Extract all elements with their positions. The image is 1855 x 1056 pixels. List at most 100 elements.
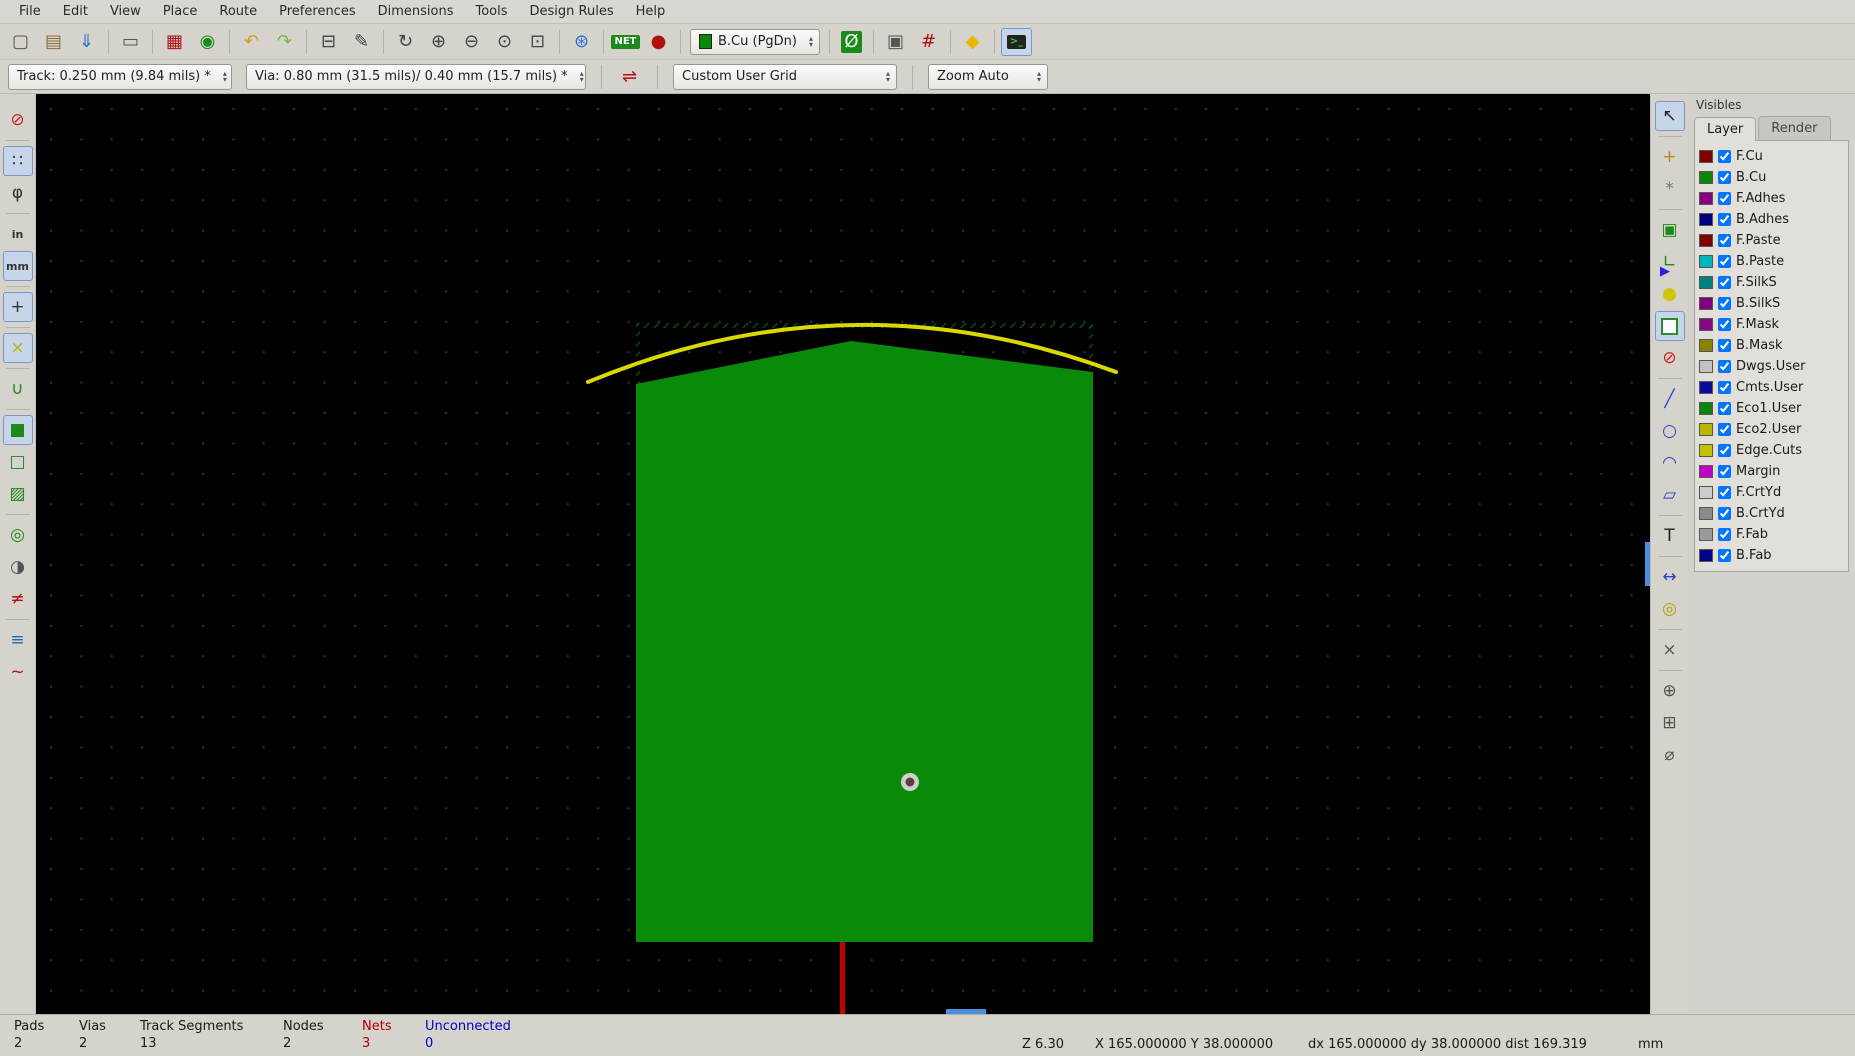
menu-item-design-rules[interactable]: Design Rules: [519, 2, 625, 21]
page-settings-button[interactable]: ▭: [115, 28, 146, 56]
add-polygon-tool-button[interactable]: ▱: [1655, 480, 1685, 510]
zoom-select[interactable]: Zoom Auto ▴▾: [928, 64, 1048, 90]
layer-color-swatch[interactable]: [1699, 171, 1713, 184]
layer-visibility-checkbox[interactable]: [1718, 465, 1731, 478]
menu-item-place[interactable]: Place: [152, 2, 209, 21]
layer-visibility-checkbox[interactable]: [1718, 339, 1731, 352]
layer-color-swatch[interactable]: [1699, 318, 1713, 331]
layer-row-b-adhes[interactable]: B.Adhes: [1699, 209, 1846, 230]
via-edit-button[interactable]: Ø: [836, 28, 867, 56]
select-tool-button[interactable]: ↖: [1655, 101, 1685, 131]
layer-row-f-crtyd[interactable]: F.CrtYd: [1699, 482, 1846, 503]
layer-visibility-checkbox[interactable]: [1718, 297, 1731, 310]
zoom-out-button[interactable]: ⊖: [456, 28, 487, 56]
print-button[interactable]: ⊟: [313, 28, 344, 56]
layer-visibility-checkbox[interactable]: [1718, 318, 1731, 331]
open-board-button[interactable]: ▤: [38, 28, 69, 56]
layer-color-swatch[interactable]: [1699, 549, 1713, 562]
layer-visibility-checkbox[interactable]: [1718, 486, 1731, 499]
layer-visibility-checkbox[interactable]: [1718, 423, 1731, 436]
microwave-toolbar-button[interactable]: ~: [3, 657, 33, 687]
zoom-fit-button[interactable]: ⊙: [489, 28, 520, 56]
layer-row-b-silks[interactable]: B.SilkS: [1699, 293, 1846, 314]
redo-button[interactable]: ↷: [269, 28, 300, 56]
undo-button[interactable]: ↶: [236, 28, 267, 56]
add-dimension-tool-button[interactable]: ↔: [1655, 562, 1685, 592]
tab-layer[interactable]: Layer: [1694, 117, 1756, 141]
layer-color-swatch[interactable]: [1699, 339, 1713, 352]
layer-row-margin[interactable]: Margin: [1699, 461, 1846, 482]
drill-origin-tool-button[interactable]: ⊕: [1655, 676, 1685, 706]
local-ratsnest-tool-button[interactable]: *: [1655, 174, 1685, 204]
grid-visibility-button[interactable]: ∷: [3, 146, 33, 176]
ratsnest-visibility-button[interactable]: ×: [3, 333, 33, 363]
menu-item-route[interactable]: Route: [208, 2, 268, 21]
drc-off-button[interactable]: ⊘: [3, 105, 33, 135]
python-console-button[interactable]: >_: [1001, 28, 1032, 56]
auto-delete-tracks-button[interactable]: ∪: [3, 374, 33, 404]
layer-row-f-paste[interactable]: F.Paste: [1699, 230, 1846, 251]
footprint-mode-button[interactable]: ▣: [880, 28, 911, 56]
layer-visibility-checkbox[interactable]: [1718, 213, 1731, 226]
layer-row-f-silks[interactable]: F.SilkS: [1699, 272, 1846, 293]
footprint-editor-button[interactable]: ▦: [159, 28, 190, 56]
vertical-scrollbar-thumb[interactable]: [1645, 542, 1650, 586]
add-via-tool-button[interactable]: ●: [1655, 279, 1685, 309]
layer-row-b-cu[interactable]: B.Cu: [1699, 167, 1846, 188]
layer-row-f-cu[interactable]: F.Cu: [1699, 146, 1846, 167]
layer-visibility-checkbox[interactable]: [1718, 549, 1731, 562]
layer-selector[interactable]: B.Cu (PgDn) ▴▾: [690, 29, 820, 55]
canvas-area[interactable]: [36, 94, 1650, 1014]
add-zone-tool-button[interactable]: ■: [1655, 311, 1685, 341]
autoroute-mode-button[interactable]: ◆: [957, 28, 988, 56]
polar-coords-button[interactable]: φ: [3, 178, 33, 208]
new-board-button[interactable]: ▢: [5, 28, 36, 56]
measure-tool-button[interactable]: ⌀: [1655, 740, 1685, 770]
layer-visibility-checkbox[interactable]: [1718, 381, 1731, 394]
vias-sketch-mode-button[interactable]: ◎: [3, 520, 33, 550]
layer-color-swatch[interactable]: [1699, 402, 1713, 415]
menu-item-file[interactable]: File: [8, 2, 52, 21]
layer-visibility-checkbox[interactable]: [1718, 402, 1731, 415]
units-inch-button[interactable]: in: [3, 219, 33, 249]
drc-button[interactable]: ●: [643, 28, 674, 56]
zoom-in-button[interactable]: ⊕: [423, 28, 454, 56]
layer-color-swatch[interactable]: [1699, 360, 1713, 373]
track-mode-button[interactable]: #: [913, 28, 944, 56]
add-circle-tool-button[interactable]: ○: [1655, 416, 1685, 446]
delete-tool-button[interactable]: ×: [1655, 635, 1685, 665]
footprint-browser-button[interactable]: ◉: [192, 28, 223, 56]
layer-row-cmts-user[interactable]: Cmts.User: [1699, 377, 1846, 398]
highlight-net-tool-button[interactable]: +: [1655, 142, 1685, 172]
menu-item-edit[interactable]: Edit: [52, 2, 99, 21]
track-width-select[interactable]: Track: 0.250 mm (9.84 mils) * ▴▾: [8, 64, 232, 90]
add-line-tool-button[interactable]: ╱: [1655, 384, 1685, 414]
layer-row-edge-cuts[interactable]: Edge.Cuts: [1699, 440, 1846, 461]
layer-visibility-checkbox[interactable]: [1718, 276, 1731, 289]
save-board-button[interactable]: ⇓: [71, 28, 102, 56]
pcb-canvas[interactable]: [36, 94, 1650, 1014]
layer-row-eco1-user[interactable]: Eco1.User: [1699, 398, 1846, 419]
layer-color-swatch[interactable]: [1699, 255, 1713, 268]
layer-visibility-checkbox[interactable]: [1718, 150, 1731, 163]
layer-row-b-mask[interactable]: B.Mask: [1699, 335, 1846, 356]
layer-visibility-checkbox[interactable]: [1718, 192, 1731, 205]
layer-color-swatch[interactable]: [1699, 234, 1713, 247]
layers-manager-toggle-button[interactable]: ≡: [3, 625, 33, 655]
netlist-button[interactable]: NET: [610, 28, 641, 56]
layer-color-swatch[interactable]: [1699, 381, 1713, 394]
layer-visibility-checkbox[interactable]: [1718, 171, 1731, 184]
layer-visibility-checkbox[interactable]: [1718, 444, 1731, 457]
layer-color-swatch[interactable]: [1699, 444, 1713, 457]
layer-color-swatch[interactable]: [1699, 192, 1713, 205]
layer-row-f-mask[interactable]: F.Mask: [1699, 314, 1846, 335]
layer-color-swatch[interactable]: [1699, 423, 1713, 436]
units-mm-button[interactable]: mm: [3, 251, 33, 281]
zone-sketch-mode-button[interactable]: ▨: [3, 479, 33, 509]
plot-button[interactable]: ✎: [346, 28, 377, 56]
add-text-tool-button[interactable]: T: [1655, 521, 1685, 551]
zone-fill-mode-button[interactable]: ■: [3, 415, 33, 445]
layer-visibility-checkbox[interactable]: [1718, 255, 1731, 268]
auto-track-width-icon[interactable]: ⇌: [614, 63, 645, 91]
layer-color-swatch[interactable]: [1699, 276, 1713, 289]
